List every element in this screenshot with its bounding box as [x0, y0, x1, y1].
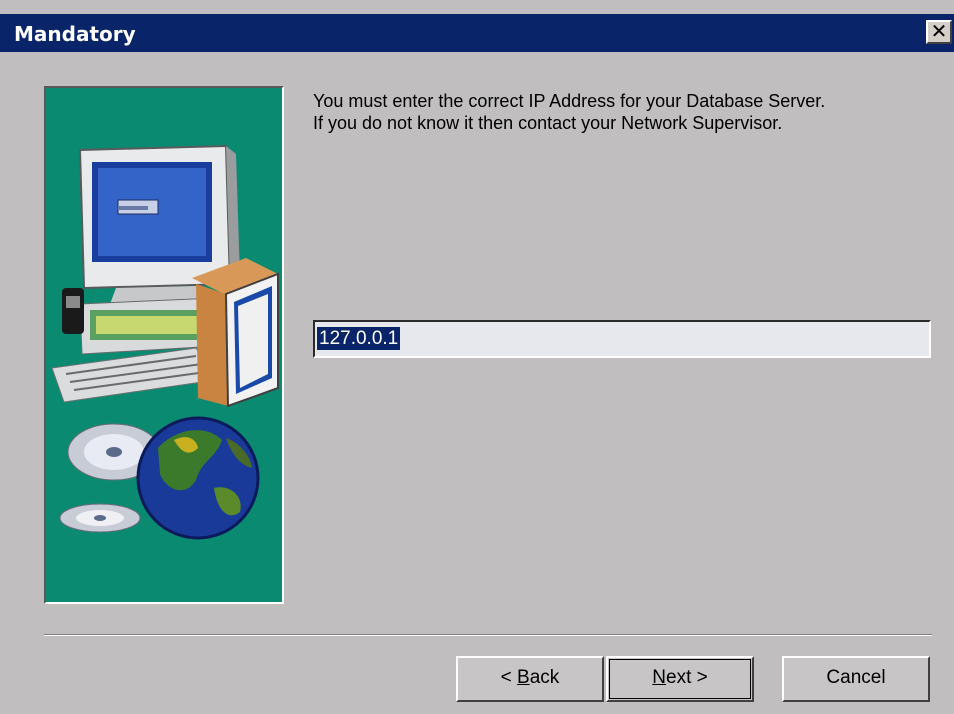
back-button[interactable]: < Back	[456, 656, 604, 702]
next-button-rest: ext >	[666, 667, 708, 688]
instruction-line-1: You must enter the correct IP Address fo…	[313, 91, 826, 111]
next-button-mnemonic: N	[652, 667, 666, 688]
button-separator	[44, 634, 932, 636]
back-button-prefix: <	[500, 667, 518, 688]
software-box-icon	[192, 258, 279, 408]
setup-dialog: Mandatory ✕ You must enter the correct I…	[0, 0, 954, 714]
ip-address-input[interactable]: 127.0.0.1	[313, 320, 931, 358]
keyboard-icon	[51, 288, 219, 403]
title-bar[interactable]: Mandatory ✕	[0, 14, 954, 52]
instruction-text: You must enter the correct IP Address fo…	[313, 90, 943, 134]
close-button[interactable]: ✕	[926, 20, 952, 44]
ip-address-value: 127.0.0.1	[317, 327, 401, 350]
next-button[interactable]: Next >	[606, 656, 754, 702]
close-icon: ✕	[930, 19, 948, 43]
instruction-line-2: If you do not know it then contact your …	[313, 113, 783, 133]
cancel-button[interactable]: Cancel	[782, 656, 930, 702]
window-title: Mandatory	[14, 22, 136, 46]
back-button-rest: ack	[529, 667, 560, 688]
setup-artwork-panel	[44, 86, 284, 604]
setup-artwork	[51, 144, 279, 540]
cancel-button-label: Cancel	[826, 667, 886, 688]
back-button-mnemonic: B	[517, 667, 530, 688]
globe-icon	[136, 416, 260, 540]
